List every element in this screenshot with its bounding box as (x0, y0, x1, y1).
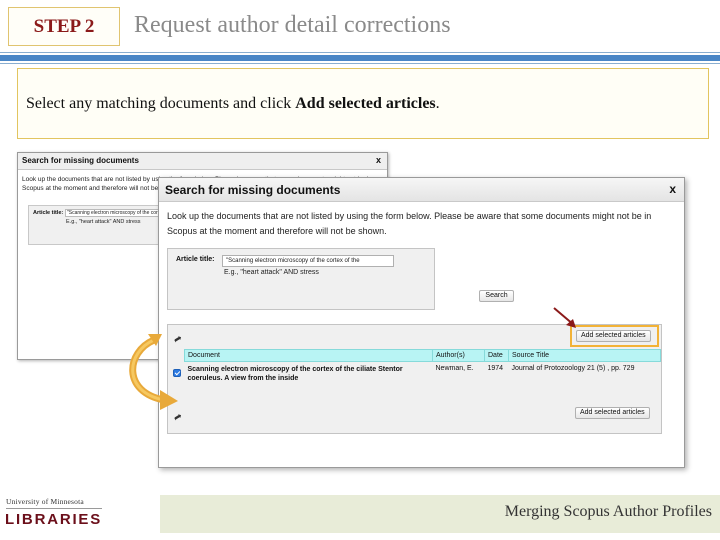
background-search-form: Article title: "Scanning electron micros… (28, 205, 169, 245)
article-title-label: Article title: (176, 256, 215, 263)
expand-icon[interactable]: ➦ (172, 411, 185, 425)
background-dialog-title: Search for missing documents (22, 156, 139, 165)
header-divider (0, 52, 720, 53)
logo-divider (6, 508, 102, 509)
document-date: 1974 (487, 365, 504, 372)
column-header-document[interactable]: Document (184, 349, 433, 362)
column-header-date[interactable]: Date (484, 349, 509, 362)
article-title-input[interactable]: "Scanning electron microscopy of the cor… (222, 255, 394, 267)
instruction-box: Select any matching documents and click … (17, 68, 709, 139)
add-selected-articles-button-bottom[interactable]: Add selected articles (575, 407, 650, 419)
instruction-suffix: . (435, 95, 440, 112)
curved-arrow-icon (129, 334, 178, 410)
search-form: Article title: "Scanning electron micros… (167, 248, 435, 310)
table-row[interactable]: Scanning electron microscopy of the cort… (185, 362, 661, 387)
header-divider-lower (0, 63, 720, 64)
search-hint: E.g., "heart attack" AND stress (224, 269, 319, 276)
column-header-authors[interactable]: Author(s) (432, 349, 485, 362)
search-button[interactable]: Search (479, 290, 514, 302)
results-table: Document Author(s) Date Source Title Sca… (184, 349, 661, 386)
close-icon[interactable]: x (669, 182, 676, 196)
dialog-header: Search for missing documents x (159, 178, 684, 202)
background-article-label: Article title: (33, 210, 64, 216)
libraries-logo: LIBRARIES (5, 511, 103, 528)
footer-title: Merging Scopus Author Profiles (504, 503, 712, 520)
add-selected-highlight (570, 325, 659, 347)
step-label: STEP 2 (8, 7, 120, 46)
instruction-text: Select any matching documents and click … (26, 95, 440, 113)
background-dialog-header: Search for missing documents x (18, 153, 387, 170)
instruction-bold: Add selected articles (295, 95, 436, 112)
column-header-source-title[interactable]: Source Title (508, 349, 661, 362)
results-table-header: Document Author(s) Date Source Title (184, 349, 661, 362)
dialog-description: Look up the documents that are not liste… (167, 211, 652, 236)
search-missing-documents-dialog: Search for missing documents x Look up t… (158, 177, 685, 468)
dialog-title: Search for missing documents (165, 183, 341, 197)
slide-title: Request author detail corrections (134, 12, 451, 38)
background-article-input[interactable]: "Scanning electron microscopy of the cor… (65, 209, 169, 217)
instruction-prefix: Select any matching documents and click (26, 95, 296, 112)
document-title[interactable]: Scanning electron microscopy of the cort… (185, 362, 433, 387)
header-divider-thick (0, 55, 720, 61)
background-close-icon[interactable]: x (376, 155, 381, 165)
document-authors: Newman, E. (435, 365, 474, 372)
pointer-arrow-icon (553, 307, 576, 328)
document-source: Journal of Protozoology 21 (5) , pp. 729 (511, 365, 635, 372)
background-search-hint: E.g., "heart attack" AND stress (66, 219, 141, 225)
university-name: University of Minnesota (6, 497, 84, 506)
